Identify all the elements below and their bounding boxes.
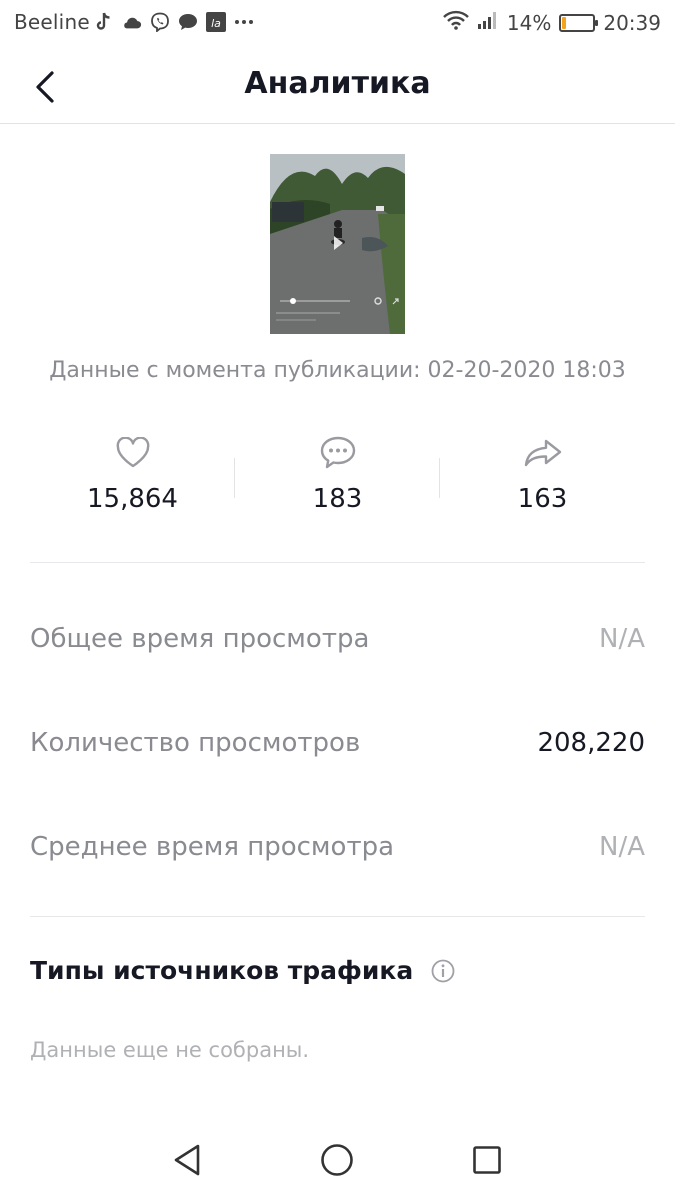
comments-count: 183 — [312, 484, 363, 514]
metric-label: Количество просмотров — [30, 728, 361, 758]
metric-value: N/A — [599, 832, 645, 862]
nav-back-button[interactable] — [165, 1138, 209, 1182]
status-right: 14% 20:39 — [443, 10, 661, 35]
wifi-icon — [443, 10, 469, 35]
battery-percent: 14% — [506, 10, 552, 35]
traffic-title: Типы источников трафика — [30, 956, 414, 985]
nav-recents-button[interactable] — [465, 1138, 509, 1182]
published-date: Данные с момента публикации: 02-20-2020 … — [49, 358, 626, 383]
svg-text:la: la — [211, 17, 221, 30]
metric-average-watch-time: Среднее время просмотра N/A — [30, 822, 645, 872]
system-nav-bar — [0, 1120, 675, 1200]
triangle-back-icon — [174, 1144, 200, 1176]
clock: 20:39 — [603, 10, 661, 35]
share-icon — [440, 430, 645, 476]
metric-label: Среднее время просмотра — [30, 832, 395, 862]
nav-home-button[interactable] — [315, 1138, 359, 1182]
status-bar: Beeline la 14% 20:39 — [0, 0, 675, 48]
tiktok-icon — [94, 12, 114, 32]
metric-label: Общее время просмотра — [30, 624, 370, 654]
square-recents-icon — [473, 1146, 501, 1174]
comments-stat: 183 — [235, 430, 440, 520]
section-divider — [30, 562, 645, 563]
signal-icon — [477, 10, 499, 35]
shares-count: 163 — [517, 484, 568, 514]
metric-value: 208,220 — [537, 728, 645, 758]
metric-value: N/A — [599, 624, 645, 654]
chat-bubble-icon — [178, 12, 198, 32]
battery-level — [562, 16, 567, 29]
traffic-section-title: Типы источников трафика — [30, 956, 455, 985]
engagement-stats: 15,864 183 163 — [30, 430, 645, 520]
metric-view-count: Количество просмотров 208,220 — [30, 718, 645, 768]
page-title: Аналитика — [244, 66, 431, 101]
shares-stat: 163 — [440, 430, 645, 520]
comment-icon — [235, 430, 440, 476]
section-divider — [30, 916, 645, 917]
app-header: Аналитика — [0, 48, 675, 124]
heart-icon — [30, 430, 235, 476]
notification-icons: la — [94, 12, 254, 32]
app-la-icon: la — [206, 12, 226, 32]
viber-icon — [150, 12, 170, 32]
metric-total-watch-time: Общее время просмотра N/A — [30, 614, 645, 664]
circle-home-icon — [321, 1144, 353, 1176]
video-thumbnail[interactable] — [270, 154, 405, 334]
more-dots-icon — [234, 12, 254, 32]
info-icon[interactable] — [431, 959, 455, 983]
cloud-icon — [122, 12, 142, 32]
carrier-name: Beeline — [14, 10, 90, 34]
likes-count: 15,864 — [87, 484, 178, 514]
likes-stat: 15,864 — [30, 430, 235, 520]
battery-icon — [559, 13, 599, 32]
traffic-empty-note: Данные еще не собраны. — [30, 1038, 310, 1062]
